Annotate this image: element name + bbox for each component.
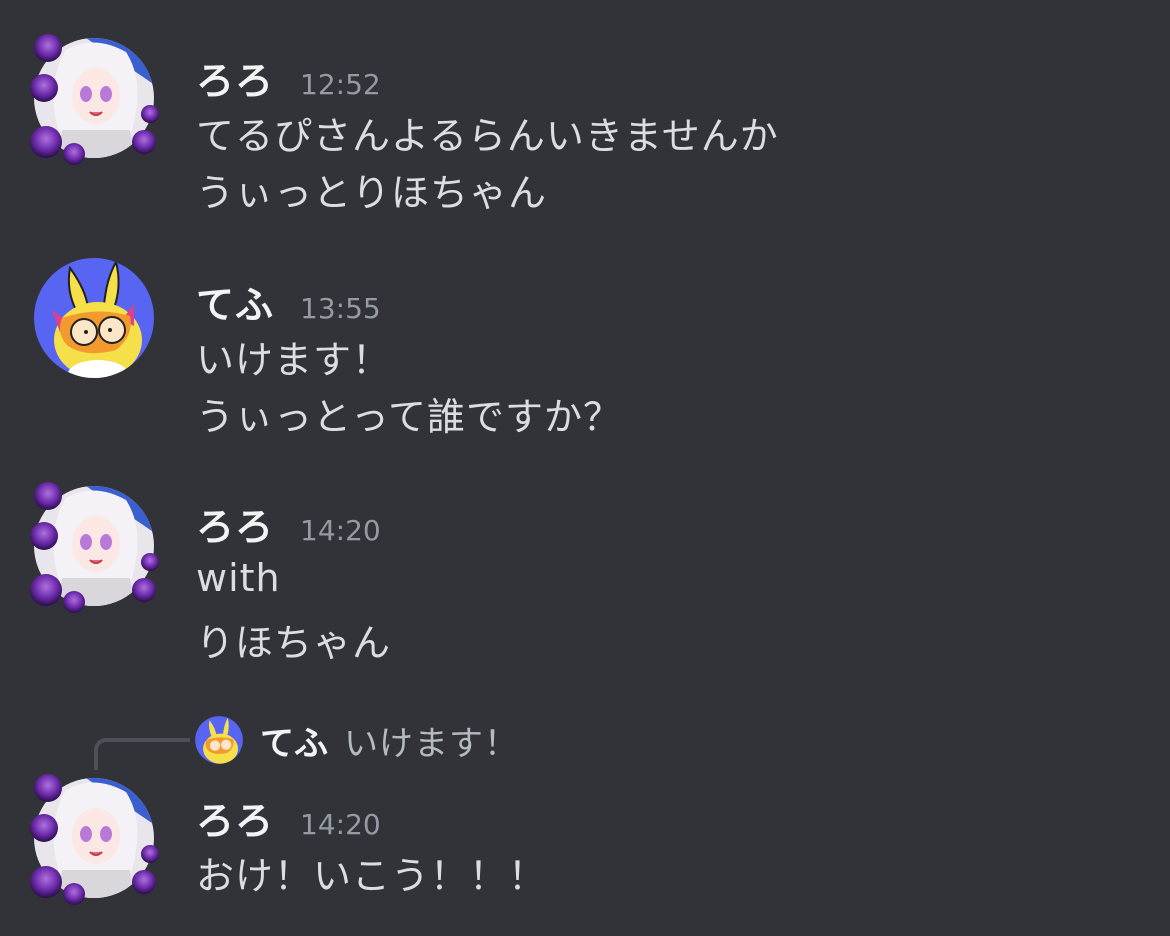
timestamp[interactable]: 13:55: [300, 292, 381, 325]
author-name[interactable]: ろろ: [196, 50, 274, 105]
message-line: おけ！いこう！！！: [196, 854, 548, 898]
reply-reference[interactable]: てふ いけます！: [192, 712, 519, 768]
roro-avatar-icon[interactable]: [26, 478, 162, 614]
reply-author-name[interactable]: てふ: [260, 716, 328, 765]
author-name[interactable]: てふ: [196, 274, 274, 329]
reply-connector: [94, 738, 190, 770]
roro-avatar-icon[interactable]: [26, 770, 162, 906]
message-line: with: [196, 556, 281, 600]
timestamp[interactable]: 12:52: [300, 68, 381, 101]
message-line: うぃっとって誰ですか？: [196, 395, 622, 439]
roro-avatar-icon[interactable]: [26, 30, 162, 166]
reply-preview-text[interactable]: いけます！: [344, 716, 519, 765]
message-line: てるぴさんよるらんいきませんか: [196, 114, 779, 158]
tefu-avatar-icon: [192, 713, 246, 767]
author-name[interactable]: ろろ: [196, 790, 274, 845]
timestamp[interactable]: 14:20: [300, 808, 381, 841]
message-line: いけます！: [196, 338, 392, 382]
tefu-avatar-icon[interactable]: [26, 250, 162, 386]
author-name[interactable]: ろろ: [196, 496, 274, 551]
message-line: りほちゃん: [196, 621, 392, 665]
message-line: うぃっとりほちゃん: [196, 171, 548, 215]
timestamp[interactable]: 14:20: [300, 514, 381, 547]
